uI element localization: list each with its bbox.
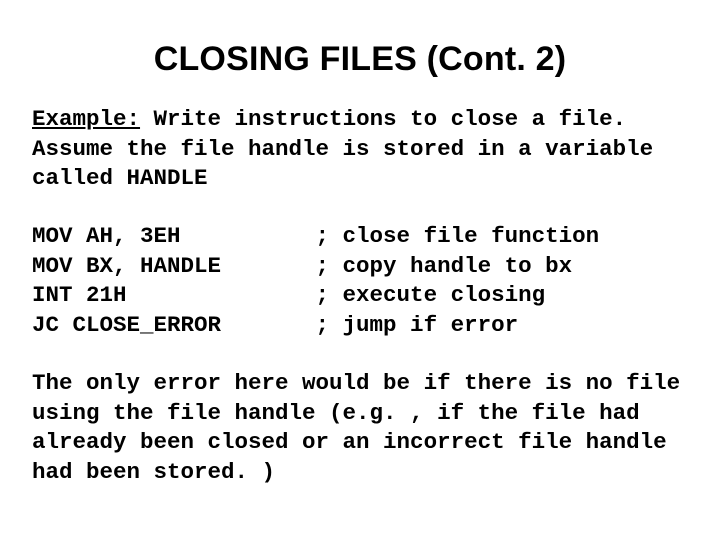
slide: CLOSING FILES (Cont. 2) Example: Write i… xyxy=(0,0,720,540)
code-block: MOV AH, 3EH ; close file function MOV BX… xyxy=(32,222,688,341)
example-paragraph: Example: Write instructions to close a f… xyxy=(32,105,688,194)
footer-paragraph: The only error here would be if there is… xyxy=(32,369,688,488)
page-title: CLOSING FILES (Cont. 2) xyxy=(32,40,688,79)
example-label: Example: xyxy=(32,106,140,132)
